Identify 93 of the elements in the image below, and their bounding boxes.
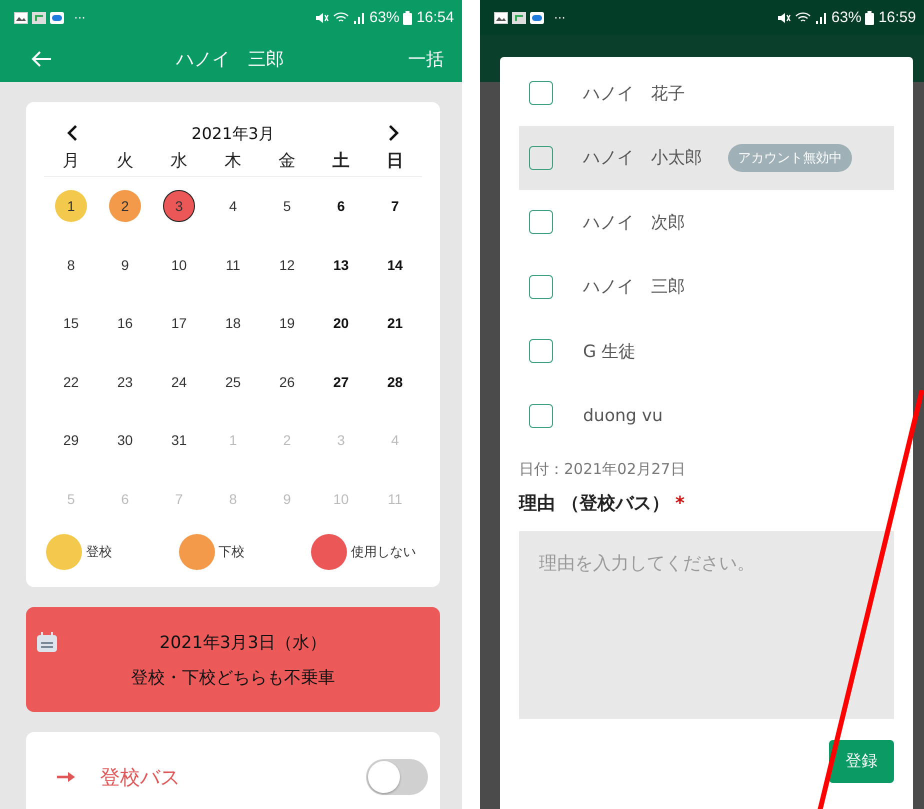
bus-toggle[interactable] <box>366 759 428 795</box>
student-row[interactable]: ハノイ 三郎 <box>519 254 894 319</box>
student-row[interactable]: G 生徒 <box>519 319 894 384</box>
clock-time: 16:59 <box>878 9 916 26</box>
calendar-icon <box>36 631 58 653</box>
calendar-day[interactable]: 6 <box>325 190 357 222</box>
checkbox[interactable] <box>529 404 553 428</box>
bus-label: 登校バス <box>100 764 180 790</box>
weekday-label: 火 <box>116 150 134 172</box>
image-icon <box>494 12 508 24</box>
calendar-day[interactable]: 8 <box>55 248 87 281</box>
student-name: ハノイ 花子 <box>583 82 685 105</box>
signal-icon <box>353 12 366 24</box>
mute-icon <box>777 12 792 24</box>
calendar-day[interactable]: 4 <box>217 190 249 222</box>
app-icon <box>32 12 46 24</box>
student-name: G 生徒 <box>583 340 636 363</box>
wifi-icon <box>333 12 350 24</box>
clock-time: 16:54 <box>416 9 454 26</box>
bulk-button[interactable]: 一括 <box>408 46 444 70</box>
account-status-badge: アカウント無効中 <box>728 144 852 172</box>
calendar-day[interactable]: 15 <box>55 307 87 340</box>
weekday-label: 土 <box>332 150 350 172</box>
calendar-day[interactable]: 10 <box>163 248 195 281</box>
calendar-day[interactable]: 22 <box>55 366 87 398</box>
arrow-right-icon <box>56 771 76 783</box>
student-name: ハノイ 次郎 <box>583 212 685 234</box>
weekday-label: 水 <box>170 150 188 172</box>
weekday-label: 日 <box>386 150 404 172</box>
student-name: ハノイ 小太郎 <box>583 147 702 170</box>
weekday-label: 金 <box>278 150 296 172</box>
calendar-day[interactable]: 3 <box>163 190 195 222</box>
calendar-day[interactable]: 19 <box>271 307 303 340</box>
battery-icon <box>403 10 412 24</box>
calendar-day[interactable]: 26 <box>271 366 303 398</box>
app-icon <box>512 12 526 24</box>
student-row[interactable]: ハノイ 花子 <box>519 61 894 126</box>
calendar-day[interactable]: 24 <box>163 366 195 398</box>
wifi-icon <box>795 12 812 24</box>
calendar-day[interactable]: 30 <box>109 424 141 456</box>
banner-date: 2021年3月3日（水） <box>160 632 326 654</box>
student-row[interactable]: ハノイ 次郎 <box>519 190 894 254</box>
calendar-day[interactable]: 11 <box>217 248 249 281</box>
required-mark: * <box>675 492 685 514</box>
month-title: 2021年3月 <box>192 124 274 145</box>
mute-icon <box>315 12 330 24</box>
calendar-day[interactable]: 14 <box>379 248 411 281</box>
calendar-day[interactable]: 1 <box>55 190 87 222</box>
calendar-day[interactable]: 9 <box>109 248 141 281</box>
more-notifications: ··· <box>74 10 86 24</box>
student-name: duong vu <box>583 406 663 426</box>
battery-percent: 63% <box>369 9 400 26</box>
weekday-label: 月 <box>62 150 80 172</box>
battery-icon <box>865 10 874 24</box>
checkbox[interactable] <box>529 210 553 234</box>
calendar-day[interactable]: 28 <box>379 366 411 398</box>
calendar-day[interactable]: 12 <box>271 248 303 281</box>
legend-label: 登校 <box>86 544 112 561</box>
calendar-day[interactable]: 25 <box>217 366 249 398</box>
banner-message: 登校・下校どちらも不乗車 <box>131 666 335 688</box>
checkbox[interactable] <box>529 81 553 106</box>
calendar-day[interactable]: 7 <box>379 190 411 222</box>
calendar-day[interactable]: 20 <box>325 307 357 340</box>
calendar-day[interactable]: 18 <box>217 307 249 340</box>
image-icon <box>14 12 28 24</box>
calendar-day[interactable]: 17 <box>163 307 195 340</box>
calendar-day[interactable]: 21 <box>379 307 411 340</box>
screen-title: ハノイ 三郎 <box>175 48 285 70</box>
weekday-label: 木 <box>224 150 242 172</box>
calendar-day[interactable]: 27 <box>325 366 357 398</box>
calendar-day[interactable]: 16 <box>109 307 141 340</box>
checkbox[interactable] <box>529 339 553 364</box>
legend-label: 下校 <box>218 544 244 561</box>
register-button[interactable]: 登録 <box>829 740 894 783</box>
date-text: 日付：2021年02月27日 <box>519 460 686 479</box>
calendar-day[interactable]: 31 <box>163 424 195 456</box>
reason-label: 理由 （登校バス） <box>519 492 670 515</box>
calendar-day[interactable]: 23 <box>109 366 141 398</box>
student-name: ハノイ 三郎 <box>583 276 685 298</box>
legend-label: 使用しない <box>351 544 416 561</box>
chat-app-icon <box>50 12 64 24</box>
calendar-day[interactable]: 2 <box>109 190 141 222</box>
more-notifications: ··· <box>554 10 566 24</box>
checkbox[interactable] <box>529 274 553 299</box>
chat-app-icon <box>530 12 544 24</box>
calendar-day[interactable]: 13 <box>325 248 357 281</box>
calendar-day[interactable]: 5 <box>271 190 303 222</box>
student-row[interactable]: duong vu <box>519 384 894 448</box>
back-button[interactable] <box>30 50 52 68</box>
signal-icon <box>815 12 828 24</box>
calendar-day[interactable]: 29 <box>55 424 87 456</box>
reason-field[interactable]: 理由を入力してください。 <box>519 531 894 719</box>
battery-percent: 63% <box>831 9 862 26</box>
